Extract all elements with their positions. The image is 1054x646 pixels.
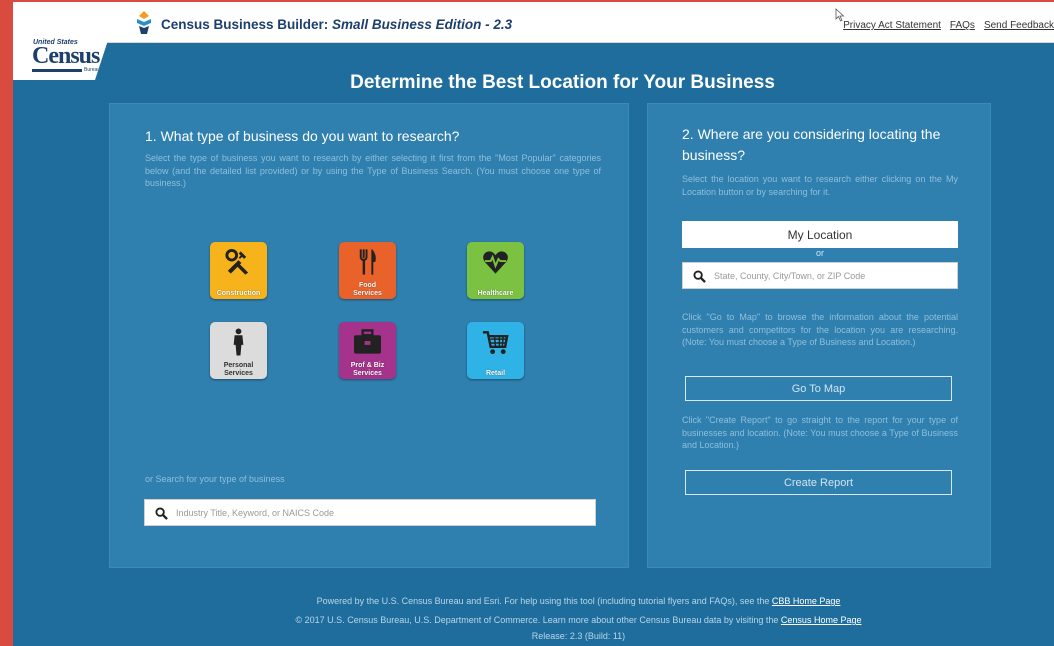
briefcase-icon	[353, 329, 382, 354]
tile-food-label: Food Services	[339, 282, 396, 297]
fork-knife-icon	[359, 249, 376, 275]
tile-food-services[interactable]: Food Services	[339, 242, 396, 299]
tile-construction-label: Construction	[216, 289, 261, 297]
tile-personal-label: Personal Services	[210, 362, 267, 377]
census-home-page-link[interactable]: Census Home Page	[781, 615, 862, 625]
logo-census: Census	[32, 43, 100, 69]
footer-release: Release: 2.3 (Build: 11)	[531, 631, 626, 641]
tile-personal-label-1: Personal	[223, 362, 254, 369]
cbb-home-page-link[interactable]: CBB Home Page	[772, 596, 841, 606]
top-bar: Census Business Builder: Small Business …	[13, 2, 1054, 43]
heart-pulse-icon	[483, 251, 508, 274]
location-search-box	[682, 262, 958, 289]
app-title-edition: Small Business Edition - 2.3	[332, 17, 513, 32]
footer-copyright-text: © 2017 U.S. Census Bureau, U.S. Departme…	[295, 615, 781, 625]
cbb-logo-icon	[137, 11, 151, 34]
tile-prof-label-1: Prof & Biz	[350, 362, 385, 369]
footer-powered-text: Powered by the U.S. Census Bureau and Es…	[316, 596, 772, 606]
person-icon	[233, 328, 244, 356]
location-search-input[interactable]	[714, 266, 954, 285]
business-type-heading: 1. What type of business do you want to …	[145, 128, 460, 144]
send-feedback-link[interactable]: Send Feedback	[984, 20, 1054, 31]
tile-food-label-1: Food	[358, 282, 377, 289]
tile-prof-biz-services[interactable]: Prof & Biz Services	[339, 322, 396, 379]
business-type-panel: 1. What type of business do you want to …	[109, 103, 629, 568]
go-to-map-button[interactable]: Go To Map	[685, 376, 952, 401]
top-links: Privacy Act Statement FAQs Send Feedback	[834, 20, 1054, 31]
location-panel: 2. Where are you considering locating th…	[647, 103, 991, 568]
business-type-description: Select the type of business you want to …	[145, 153, 601, 188]
logo-underline	[32, 69, 82, 72]
or-separator: or	[815, 248, 824, 258]
tile-food-label-2: Services	[353, 289, 382, 297]
tile-retail[interactable]: Retail	[467, 322, 524, 379]
tile-retail-label: Retail	[485, 369, 506, 377]
create-report-button[interactable]: Create Report	[685, 470, 952, 495]
tile-personal-services[interactable]: Personal Services	[210, 322, 267, 379]
tile-prof-label-2: Services	[353, 369, 382, 377]
page-title: Determine the Best Location for Your Bus…	[350, 72, 775, 93]
location-heading: 2. Where are you considering locating th…	[682, 126, 941, 163]
create-report-description: Click "Create Report" to go straight to …	[682, 415, 958, 450]
tools-icon	[225, 248, 249, 275]
tile-construction[interactable]: Construction	[210, 242, 267, 299]
go-to-map-description: Click "Go to Map" to browse the informat…	[682, 312, 958, 347]
footer-line-1: Powered by the U.S. Census Bureau and Es…	[13, 596, 1054, 606]
app-title: Census Business Builder: Small Business …	[161, 17, 512, 32]
shopping-cart-icon	[482, 331, 509, 355]
search-icon	[155, 507, 168, 520]
business-search-box	[144, 499, 596, 526]
business-search-label: or Search for your type of business	[145, 474, 285, 484]
footer-line-2: © 2017 U.S. Census Bureau, U.S. Departme…	[13, 615, 1054, 625]
privacy-act-link[interactable]: Privacy Act Statement	[843, 20, 941, 31]
faqs-link[interactable]: FAQs	[950, 20, 975, 31]
search-icon	[693, 270, 706, 283]
main-area: Determine the Best Location for Your Bus…	[13, 43, 1054, 646]
business-search-input[interactable]	[176, 503, 576, 522]
tile-personal-label-2: Services	[224, 369, 253, 377]
location-description: Select the location you want to research…	[682, 174, 958, 197]
my-location-button[interactable]: My Location	[682, 221, 958, 248]
tile-prof-label: Prof & Biz Services	[339, 362, 396, 377]
tile-healthcare-label: Healthcare	[477, 289, 514, 297]
tile-healthcare[interactable]: Healthcare	[467, 242, 524, 299]
app-title-main: Census Business Builder:	[161, 17, 333, 32]
